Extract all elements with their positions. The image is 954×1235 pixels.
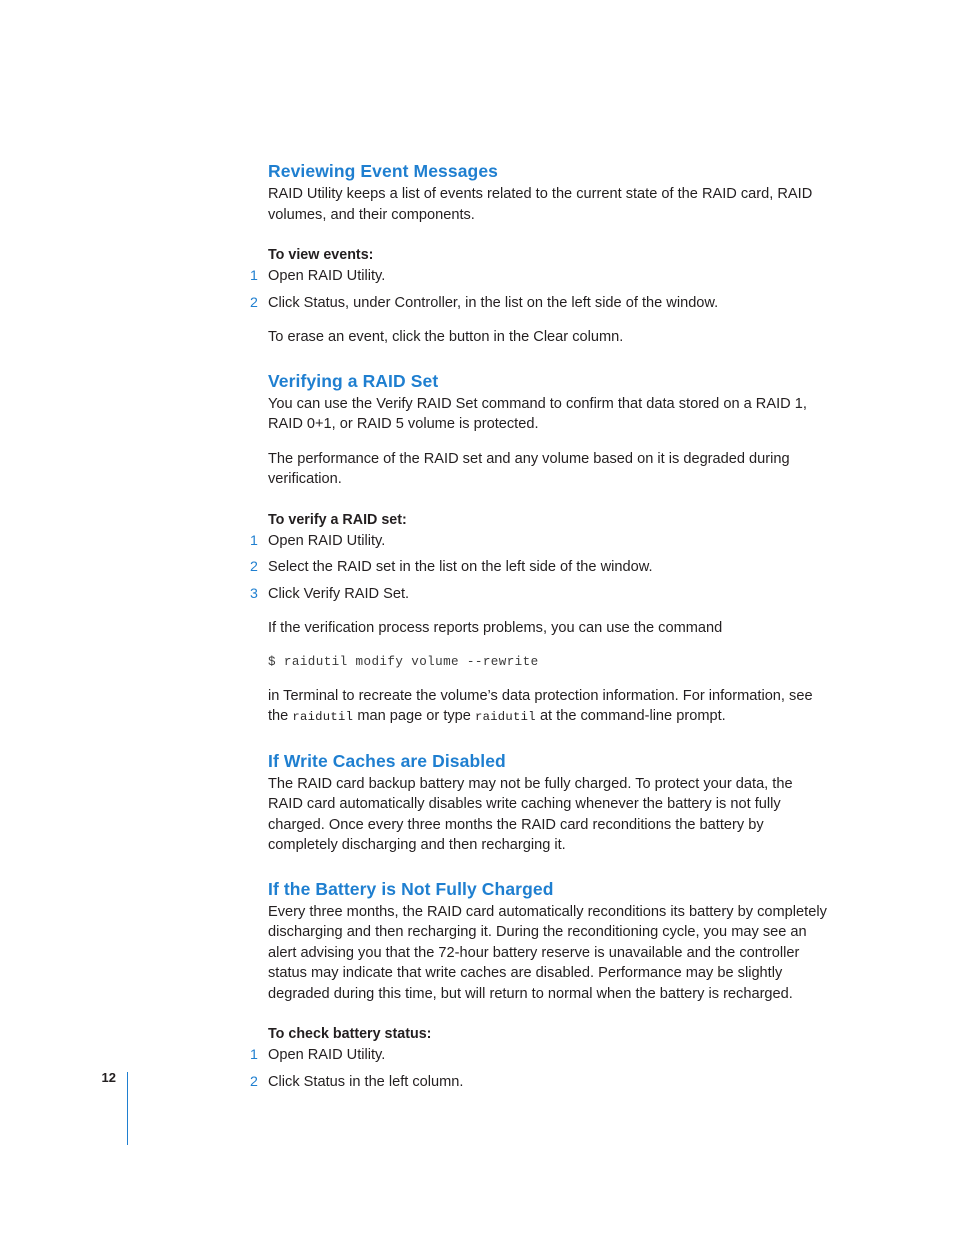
- section-intro-paragraph: The RAID card backup battery may not be …: [268, 775, 793, 854]
- step-number: 2: [250, 559, 258, 575]
- paragraph-text-part-2: man page or type: [353, 708, 475, 724]
- procedure-label: To view events:: [268, 247, 374, 263]
- section-paragraph: The performance of the RAID set and any …: [268, 450, 790, 488]
- code-command-line: $ raidutil modify volume --rewrite: [268, 654, 539, 669]
- list-item: 1 Open RAID Utility.: [250, 1045, 830, 1066]
- section-intro-paragraph: You can use the Verify RAID Set command …: [268, 395, 807, 433]
- section-heading: If the Battery is Not Fully Charged: [268, 878, 554, 899]
- section-intro-paragraph: Every three months, the RAID card automa…: [268, 903, 827, 1002]
- step-text: Click Status in the left column.: [268, 1073, 464, 1090]
- section-intro-paragraph: RAID Utility keeps a list of events rela…: [268, 186, 813, 223]
- list-item: 3 Click Verify RAID Set.: [250, 584, 830, 605]
- document-page: Reviewing Event Messages RAID Utility ke…: [0, 0, 954, 1235]
- step-number: 2: [250, 294, 258, 311]
- section-heading: Verifying a RAID Set: [268, 370, 439, 391]
- list-item: 2 Select the RAID set in the list on the…: [250, 557, 830, 578]
- section-paragraph-after-code: in Terminal to recreate the volume’s dat…: [268, 686, 830, 728]
- procedure-steps: 1 Open RAID Utility. 2 Click Status in t…: [250, 1045, 830, 1092]
- list-item: 2 Click Status in the left column.: [250, 1072, 830, 1093]
- step-number: 1: [250, 1047, 258, 1063]
- page-number-rule: [127, 1072, 129, 1145]
- section-if-the-battery-is-not-fully-charged: If the Battery is Not Fully Charged Ever…: [250, 878, 830, 1093]
- section-reviewing-event-messages: Reviewing Event Messages RAID Utility ke…: [250, 160, 830, 348]
- section-heading: Reviewing Event Messages: [268, 161, 498, 181]
- section-note: If the verification process reports prob…: [268, 620, 723, 636]
- paragraph-text-part-3: at the command-line prompt.: [535, 708, 726, 724]
- procedure-steps: 1 Open RAID Utility. 2 Select the RAID s…: [250, 531, 830, 605]
- step-number: 2: [250, 1073, 258, 1090]
- procedure-label: To check battery status:: [268, 1026, 432, 1042]
- step-text: Select the RAID set in the list on the l…: [268, 559, 653, 575]
- section-note: To erase an event, click the button in t…: [268, 329, 624, 345]
- page-number: 12: [101, 1070, 116, 1085]
- page-content-column: Reviewing Event Messages RAID Utility ke…: [250, 160, 830, 1092]
- step-number: 3: [250, 585, 258, 602]
- list-item: 1 Open RAID Utility.: [250, 531, 830, 552]
- inline-code-raidutil: raidutil: [292, 710, 354, 724]
- section-heading: If Write Caches are Disabled: [268, 750, 506, 771]
- inline-code-raidutil: raidutil: [474, 710, 536, 724]
- section-if-write-caches-are-disabled: If Write Caches are Disabled The RAID ca…: [250, 750, 830, 856]
- step-text: Open RAID Utility.: [268, 1047, 386, 1063]
- list-item: 1 Open RAID Utility.: [250, 266, 830, 287]
- step-text: Click Verify RAID Set.: [268, 585, 410, 602]
- step-text: Click Status, under Controller, in the l…: [268, 294, 719, 311]
- step-text: Open RAID Utility.: [268, 532, 386, 549]
- list-item: 2 Click Status, under Controller, in the…: [250, 293, 830, 314]
- step-number: 1: [250, 268, 258, 284]
- procedure-steps: 1 Open RAID Utility. 2 Click Status, und…: [250, 266, 830, 313]
- step-text: Open RAID Utility.: [268, 268, 386, 284]
- section-verifying-a-raid-set: Verifying a RAID Set You can use the Ver…: [250, 370, 830, 728]
- procedure-label: To verify a RAID set:: [268, 511, 407, 528]
- step-number: 1: [250, 532, 258, 549]
